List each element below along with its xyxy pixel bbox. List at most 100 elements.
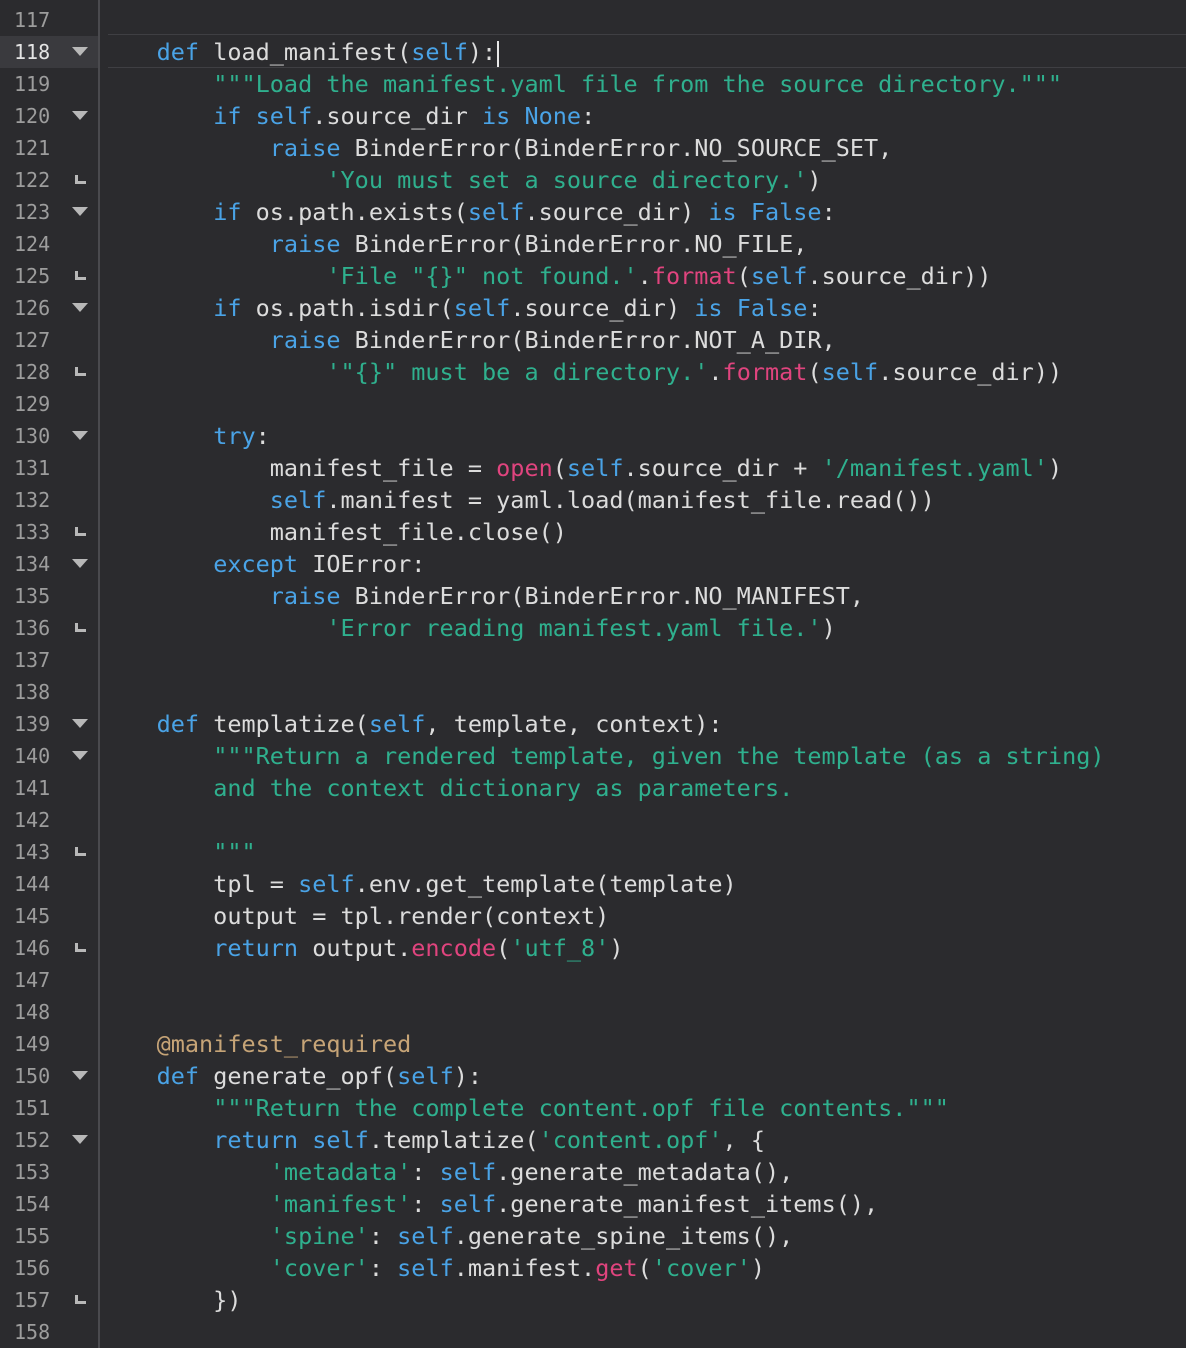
code-line[interactable]: 157 }): [0, 1284, 1186, 1316]
code-line[interactable]: 140 """Return a rendered template, given…: [0, 740, 1186, 772]
code-line[interactable]: 134 except IOError:: [0, 548, 1186, 580]
line-number: 138: [14, 680, 51, 704]
code-line[interactable]: 121 raise BinderError(BinderError.NO_SOU…: [0, 132, 1186, 164]
code-line[interactable]: 155 'spine': self.generate_spine_items()…: [0, 1220, 1186, 1252]
code-text[interactable]: tpl = self.env.get_template(template): [100, 868, 737, 900]
code-line[interactable]: 145 output = tpl.render(context): [0, 900, 1186, 932]
code-line[interactable]: 156 'cover': self.manifest.get('cover'): [0, 1252, 1186, 1284]
code-line[interactable]: 124 raise BinderError(BinderError.NO_FIL…: [0, 228, 1186, 260]
code-line[interactable]: 152 return self.templatize('content.opf'…: [0, 1124, 1186, 1156]
code-line[interactable]: 125 'File "{}" not found.'.format(self.s…: [0, 260, 1186, 292]
code-text[interactable]: raise BinderError(BinderError.NO_SOURCE_…: [100, 132, 893, 164]
code-text[interactable]: 'manifest': self.generate_manifest_items…: [100, 1188, 878, 1220]
code-text[interactable]: 'You must set a source directory.'): [100, 164, 821, 196]
fold-arrow-icon[interactable]: [72, 47, 88, 56]
code-line[interactable]: 132 self.manifest = yaml.load(manifest_f…: [0, 484, 1186, 516]
fold-arrow-icon[interactable]: [72, 207, 88, 216]
code-text[interactable]: manifest_file.close(): [100, 516, 567, 548]
code-line[interactable]: 154 'manifest': self.generate_manifest_i…: [0, 1188, 1186, 1220]
code-text[interactable]: if os.path.isdir(self.source_dir) is Fal…: [100, 292, 821, 324]
code-text[interactable]: """Return a rendered template, given the…: [100, 740, 1104, 772]
code-line[interactable]: 135 raise BinderError(BinderError.NO_MAN…: [0, 580, 1186, 612]
fold-arrow-icon[interactable]: [72, 719, 88, 728]
code-text[interactable]: raise BinderError(BinderError.NO_MANIFES…: [100, 580, 864, 612]
code-line[interactable]: 139 def templatize(self, template, conte…: [0, 708, 1186, 740]
fold-arrow-icon[interactable]: [72, 1135, 88, 1144]
code-line[interactable]: 126 if os.path.isdir(self.source_dir) is…: [0, 292, 1186, 324]
fold-arrow-icon[interactable]: [72, 111, 88, 120]
code-line[interactable]: 118 def load_manifest(self):: [0, 36, 1186, 68]
code-line[interactable]: 146 return output.encode('utf_8'): [0, 932, 1186, 964]
code-line[interactable]: 130 try:: [0, 420, 1186, 452]
code-line[interactable]: 151 """Return the complete content.opf f…: [0, 1092, 1186, 1124]
gutter-cell: 126: [0, 292, 98, 324]
code-text[interactable]: try:: [100, 420, 270, 452]
code-text[interactable]: if self.source_dir is None:: [100, 100, 595, 132]
code-text[interactable]: 'cover': self.manifest.get('cover'): [100, 1252, 765, 1284]
code-line[interactable]: 122 'You must set a source directory.'): [0, 164, 1186, 196]
code-line[interactable]: 136 'Error reading manifest.yaml file.'): [0, 612, 1186, 644]
code-token: self: [750, 262, 808, 290]
code-line[interactable]: 127 raise BinderError(BinderError.NOT_A_…: [0, 324, 1186, 356]
gutter-cell: 139: [0, 708, 98, 740]
code-line[interactable]: 133 manifest_file.close(): [0, 516, 1186, 548]
code-line[interactable]: 147: [0, 964, 1186, 996]
code-text[interactable]: 'metadata': self.generate_metadata(),: [100, 1156, 794, 1188]
fold-arrow-icon[interactable]: [72, 431, 88, 440]
code-text[interactable]: 'File "{}" not found.'.format(self.sourc…: [100, 260, 991, 292]
code-editor[interactable]: 117 118 def load_manifest(self): 119 """Lo…: [0, 0, 1186, 1348]
code-text[interactable]: '"{}" must be a directory.'.format(self.…: [100, 356, 1062, 388]
code-text[interactable]: if os.path.exists(self.source_dir) is Fa…: [100, 196, 836, 228]
code-text[interactable]: def load_manifest(self):: [100, 36, 500, 68]
code-line[interactable]: 129: [0, 388, 1186, 420]
code-text[interactable]: @manifest_required: [100, 1028, 412, 1060]
code-line[interactable]: 148: [0, 996, 1186, 1028]
code-line[interactable]: 119 """Load the manifest.yaml file from …: [0, 68, 1186, 100]
code-text[interactable]: """Return the complete content.opf file …: [100, 1092, 949, 1124]
code-text[interactable]: output = tpl.render(context): [100, 900, 609, 932]
code-text[interactable]: except IOError:: [100, 548, 425, 580]
fold-arrow-icon[interactable]: [72, 303, 88, 312]
code-line[interactable]: 142: [0, 804, 1186, 836]
fold-arrow-icon[interactable]: [72, 1071, 88, 1080]
code-line[interactable]: 123 if os.path.exists(self.source_dir) i…: [0, 196, 1186, 228]
code-text[interactable]: return self.templatize('content.opf', {: [100, 1124, 765, 1156]
code-text[interactable]: self.manifest = yaml.load(manifest_file.…: [100, 484, 935, 516]
code-line[interactable]: 137: [0, 644, 1186, 676]
code-text[interactable]: """Load the manifest.yaml file from the …: [100, 68, 1062, 100]
code-line[interactable]: 144 tpl = self.env.get_template(template…: [0, 868, 1186, 900]
code-line[interactable]: 131 manifest_file = open(self.source_dir…: [0, 452, 1186, 484]
code-line[interactable]: 128 '"{}" must be a directory.'.format(s…: [0, 356, 1186, 388]
code-line[interactable]: 153 'metadata': self.generate_metadata()…: [0, 1156, 1186, 1188]
code-line[interactable]: 120 if self.source_dir is None:: [0, 100, 1186, 132]
code-token: 'utf_8': [510, 934, 610, 962]
fold-arrow-icon[interactable]: [72, 559, 88, 568]
code-token: False: [750, 198, 822, 226]
code-line[interactable]: 158: [0, 1316, 1186, 1348]
code-text[interactable]: }): [100, 1284, 241, 1316]
fold-arrow-icon[interactable]: [72, 751, 88, 760]
code-line[interactable]: 143 """: [0, 836, 1186, 868]
code-text[interactable]: raise BinderError(BinderError.NO_FILE,: [100, 228, 808, 260]
code-text[interactable]: 'spine': self.generate_spine_items(),: [100, 1220, 794, 1252]
line-number: 154: [14, 1192, 51, 1216]
code-text[interactable]: and the context dictionary as parameters…: [100, 772, 793, 804]
code-line[interactable]: 138: [0, 676, 1186, 708]
code-text[interactable]: manifest_file = open(self.source_dir + '…: [100, 452, 1062, 484]
code-line[interactable]: 150 def generate_opf(self):: [0, 1060, 1186, 1092]
code-text[interactable]: """: [100, 836, 255, 868]
code-token: is: [482, 102, 511, 130]
code-text[interactable]: raise BinderError(BinderError.NOT_A_DIR,: [100, 324, 836, 356]
code-line[interactable]: 117: [0, 4, 1186, 36]
code-line[interactable]: 149 @manifest_required: [0, 1028, 1186, 1060]
gutter-cell: 134: [0, 548, 98, 580]
code-text[interactable]: def templatize(self, template, context):: [100, 708, 723, 740]
code-text[interactable]: return output.encode('utf_8'): [100, 932, 623, 964]
code-token: is: [694, 294, 723, 322]
code-line[interactable]: 141 and the context dictionary as parame…: [0, 772, 1186, 804]
code-text[interactable]: def generate_opf(self):: [100, 1060, 482, 1092]
code-text[interactable]: 'Error reading manifest.yaml file.'): [100, 612, 835, 644]
